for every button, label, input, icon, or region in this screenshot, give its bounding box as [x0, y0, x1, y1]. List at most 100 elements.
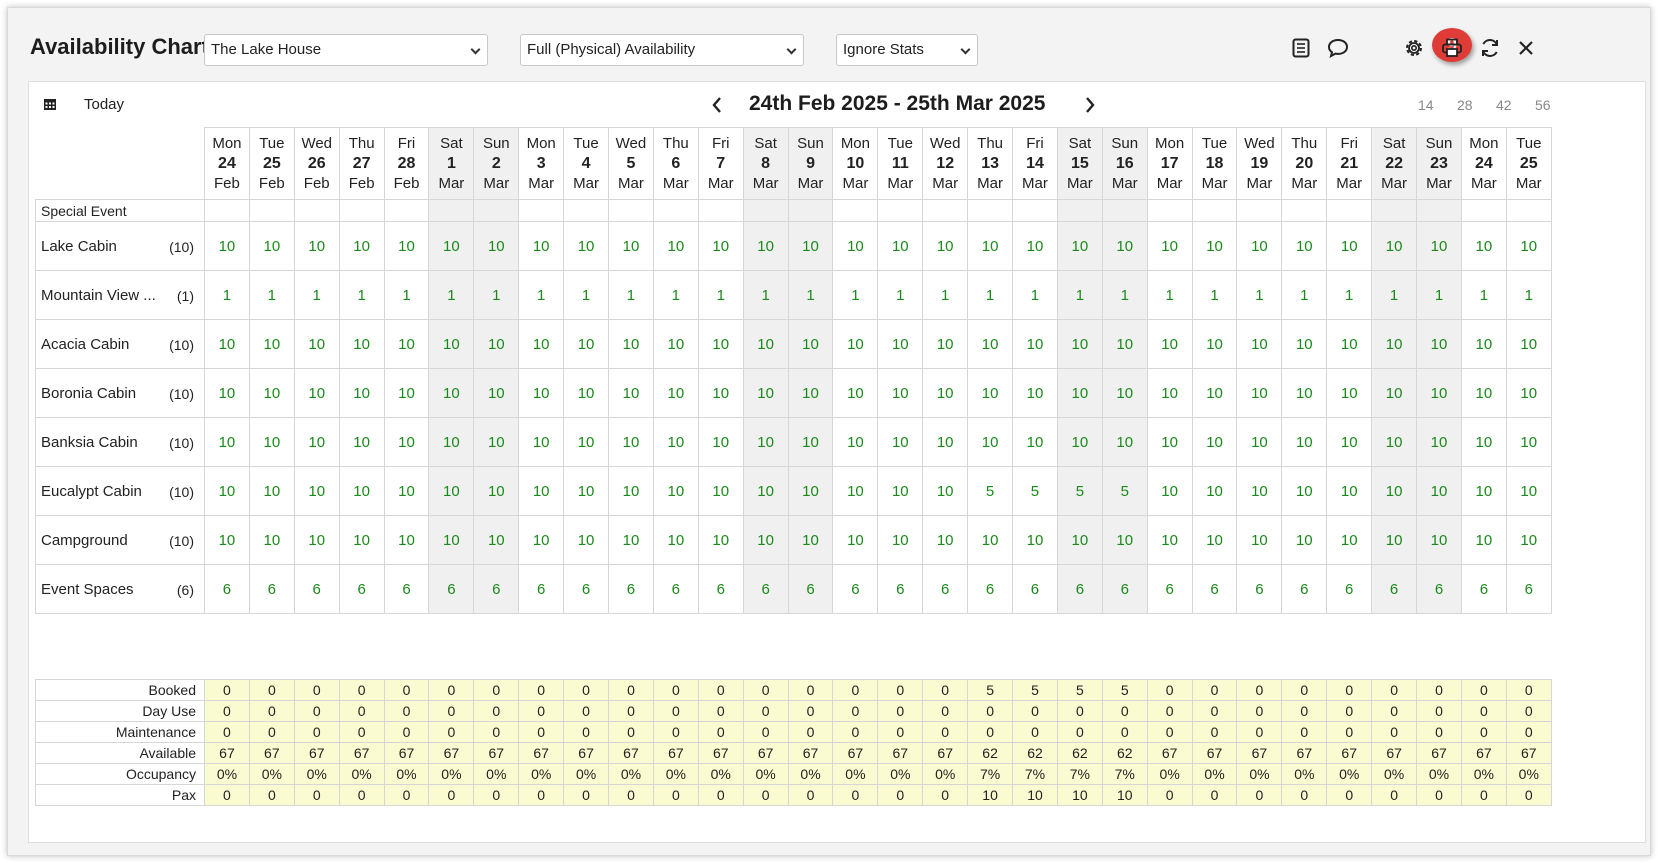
availability-cell[interactable]: 10 [1056, 368, 1103, 418]
availability-cell[interactable]: 10 [742, 319, 789, 369]
availability-cell[interactable]: 10 [1146, 221, 1193, 271]
availability-cell[interactable]: 10 [1101, 319, 1148, 369]
special-event-cell[interactable] [1281, 199, 1328, 222]
special-event-cell[interactable] [652, 199, 699, 222]
availability-cell[interactable]: 1 [742, 270, 789, 320]
availability-cell[interactable]: 10 [787, 515, 834, 565]
availability-cell[interactable]: 10 [383, 515, 430, 565]
availability-cell[interactable]: 10 [652, 466, 699, 516]
availability-cell[interactable]: 10 [742, 368, 789, 418]
availability-cell[interactable]: 10 [428, 221, 475, 271]
chevron-right-icon[interactable] [1084, 96, 1096, 119]
availability-cell[interactable]: 10 [1012, 417, 1058, 467]
availability-cell[interactable]: 10 [1416, 466, 1462, 516]
availability-cell[interactable]: 10 [204, 221, 250, 271]
availability-cell[interactable]: 10 [518, 515, 565, 565]
availability-cell[interactable]: 10 [1191, 515, 1238, 565]
availability-cell[interactable]: 10 [473, 221, 520, 271]
availability-cell[interactable]: 10 [473, 417, 520, 467]
room-type-label[interactable]: Banksia Cabin (10) [35, 417, 205, 467]
day-header[interactable]: Mon 17 Mar [1146, 127, 1193, 200]
availability-cell[interactable]: 10 [1505, 368, 1552, 418]
availability-cell[interactable]: 10 [338, 515, 385, 565]
availability-cell[interactable]: 10 [832, 319, 879, 369]
availability-cell[interactable]: 10 [922, 319, 969, 369]
availability-cell[interactable]: 10 [1191, 368, 1238, 418]
availability-cell[interactable]: 10 [1505, 515, 1552, 565]
refresh-icon[interactable] [1476, 34, 1504, 62]
availability-cell[interactable]: 10 [1505, 319, 1552, 369]
availability-cell[interactable]: 10 [204, 515, 250, 565]
availability-cell[interactable]: 10 [383, 368, 430, 418]
availability-cell[interactable]: 10 [1101, 368, 1148, 418]
availability-cell[interactable]: 10 [1281, 368, 1328, 418]
availability-cell[interactable]: 10 [967, 515, 1014, 565]
availability-cell[interactable]: 6 [473, 564, 520, 614]
availability-cell[interactable]: 1 [338, 270, 385, 320]
availability-cell[interactable]: 1 [922, 270, 969, 320]
availability-cell[interactable]: 1 [293, 270, 340, 320]
availability-cell[interactable]: 10 [697, 368, 744, 418]
special-event-cell[interactable] [1326, 199, 1373, 222]
availability-cell[interactable]: 10 [428, 515, 475, 565]
availability-cell[interactable]: 5 [1012, 466, 1058, 516]
zoom-56-button[interactable]: 56 [1535, 97, 1551, 113]
availability-cell[interactable]: 10 [832, 515, 879, 565]
availability-cell[interactable]: 10 [518, 221, 565, 271]
availability-cell[interactable]: 10 [204, 466, 250, 516]
availability-cell[interactable]: 6 [293, 564, 340, 614]
availability-cell[interactable]: 10 [1191, 417, 1238, 467]
availability-cell[interactable]: 1 [1371, 270, 1418, 320]
special-event-cell[interactable] [383, 199, 430, 222]
availability-cell[interactable]: 10 [563, 221, 610, 271]
availability-cell[interactable]: 1 [877, 270, 924, 320]
availability-cell[interactable]: 1 [1326, 270, 1373, 320]
availability-cell[interactable]: 10 [1101, 515, 1148, 565]
day-header[interactable]: Sat 15 Mar [1056, 127, 1103, 200]
room-type-label[interactable]: Lake Cabin (10) [35, 221, 205, 271]
availability-cell[interactable]: 1 [1012, 270, 1058, 320]
special-event-cell[interactable] [518, 199, 565, 222]
availability-cell[interactable]: 1 [1505, 270, 1552, 320]
availability-cell[interactable]: 10 [1371, 368, 1418, 418]
availability-cell[interactable]: 10 [293, 515, 340, 565]
availability-cell[interactable]: 10 [338, 466, 385, 516]
availability-cell[interactable]: 6 [1191, 564, 1238, 614]
availability-cell[interactable]: 10 [563, 417, 610, 467]
availability-cell[interactable]: 10 [1101, 417, 1148, 467]
availability-cell[interactable]: 10 [697, 417, 744, 467]
availability-cell[interactable]: 10 [1101, 221, 1148, 271]
availability-cell[interactable]: 6 [832, 564, 879, 614]
special-event-cell[interactable] [428, 199, 475, 222]
availability-cell[interactable]: 5 [1056, 466, 1103, 516]
availability-cell[interactable]: 10 [922, 368, 969, 418]
chevron-left-icon[interactable] [711, 96, 723, 119]
special-event-cell[interactable] [1236, 199, 1283, 222]
availability-cell[interactable]: 10 [1460, 221, 1507, 271]
zoom-28-button[interactable]: 28 [1457, 97, 1473, 113]
availability-cell[interactable]: 10 [1281, 417, 1328, 467]
availability-cell[interactable]: 10 [1146, 319, 1193, 369]
availability-cell[interactable]: 1 [473, 270, 520, 320]
availability-cell[interactable]: 1 [787, 270, 834, 320]
availability-type-select[interactable]: Full (Physical) Availability [520, 34, 804, 66]
availability-cell[interactable]: 10 [1281, 221, 1328, 271]
availability-cell[interactable]: 10 [1326, 221, 1373, 271]
availability-cell[interactable]: 6 [922, 564, 969, 614]
day-header[interactable]: Sun 16 Mar [1101, 127, 1148, 200]
availability-cell[interactable]: 10 [1236, 417, 1283, 467]
special-event-cell[interactable] [877, 199, 924, 222]
availability-cell[interactable]: 10 [293, 417, 340, 467]
availability-cell[interactable]: 6 [1326, 564, 1373, 614]
availability-cell[interactable]: 6 [383, 564, 430, 614]
availability-cell[interactable]: 10 [1056, 319, 1103, 369]
availability-cell[interactable]: 10 [1326, 466, 1373, 516]
availability-cell[interactable]: 10 [1416, 221, 1462, 271]
availability-cell[interactable]: 10 [652, 515, 699, 565]
availability-cell[interactable]: 10 [473, 466, 520, 516]
availability-cell[interactable]: 10 [563, 368, 610, 418]
day-header[interactable]: Thu 13 Mar [967, 127, 1014, 200]
availability-cell[interactable]: 1 [1101, 270, 1148, 320]
availability-cell[interactable]: 10 [742, 466, 789, 516]
availability-cell[interactable]: 10 [563, 466, 610, 516]
